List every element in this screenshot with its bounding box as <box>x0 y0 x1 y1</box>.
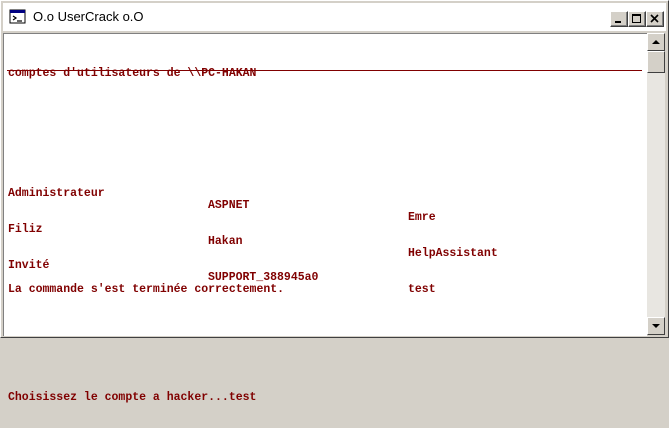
account-name: ASPNET <box>208 199 250 212</box>
console-output-area[interactable]: comptes d'utilisateurs de \\PC-HAKAN Adm… <box>3 33 647 404</box>
maximize-button[interactable] <box>628 11 646 27</box>
title-bar[interactable]: O.o UserCrack o.O <box>3 3 666 31</box>
arrow-down-icon <box>652 324 660 328</box>
account-name: Emre <box>408 211 436 224</box>
scroll-up-button[interactable] <box>647 33 665 51</box>
status-line: La commande s'est terminée correctement. <box>8 283 285 296</box>
account-name: test <box>408 283 436 296</box>
maximize-icon <box>632 14 641 23</box>
account-name: HelpAssistant <box>408 247 498 260</box>
minimize-icon <box>615 21 621 23</box>
vertical-scrollbar[interactable] <box>647 33 665 335</box>
window-title: O.o UserCrack o.O <box>33 9 144 24</box>
console-window: O.o UserCrack o.O comptes d'utilisateurs… <box>0 0 669 404</box>
close-button[interactable] <box>646 11 664 27</box>
account-name: Hakan <box>208 235 243 248</box>
separator-line <box>7 70 642 71</box>
scroll-thumb[interactable] <box>647 51 665 73</box>
arrow-up-icon <box>652 40 660 44</box>
account-name: Filiz <box>8 223 43 236</box>
minimize-button[interactable] <box>610 11 628 27</box>
account-name: Invité <box>8 259 50 272</box>
prompt-line: Choisissez le compte a hacker...test <box>8 391 257 404</box>
console-icon <box>9 9 26 24</box>
console-text: comptes d'utilisateurs de \\PC-HAKAN Adm… <box>8 44 498 428</box>
close-icon <box>650 14 659 23</box>
account-name: Administrateur <box>8 187 105 200</box>
scroll-down-button[interactable] <box>647 317 665 335</box>
